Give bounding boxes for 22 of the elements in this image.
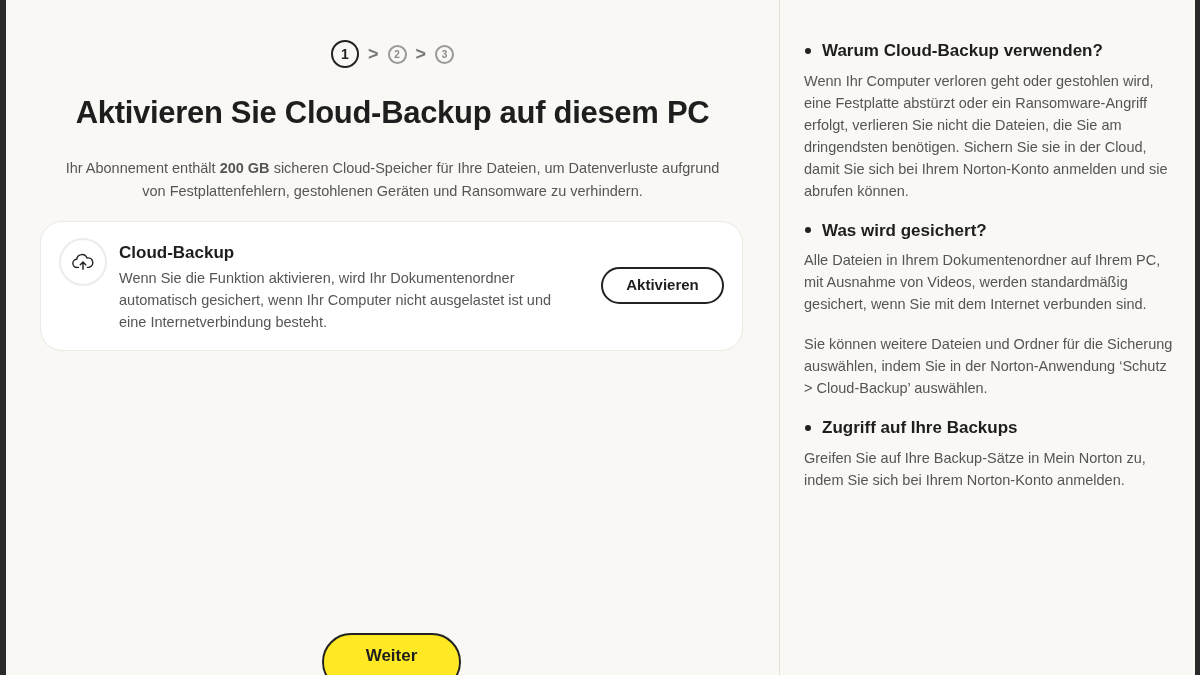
next-button[interactable]: Weiter [322, 633, 461, 675]
step-indicator: 1 [331, 40, 359, 68]
bullet-icon [805, 227, 811, 234]
intro-text: Ihr Abonnement enthält 200 GB sicheren Cloud-Speicher für Ihre Dateien, um Datenverluste aufgrund von Festplattenfehlern, gestohlenen Geräten und Ransomware zu verhindern. [64, 158, 721, 201]
cloud-upload-icon [59, 237, 107, 286]
section-text: Sie können weitere Dateien und Ordner für die Sicherung auswählen, indem Sie in der Norton-Anwendung ‘Schutz > Cloud-Backup’ auswählen. [804, 335, 1174, 398]
bullet-icon [805, 424, 811, 431]
section-heading: Zugriff auf Ihre Backups [822, 417, 1018, 439]
section-text: Wenn Ihr Computer verloren geht oder gestohlen wird, eine Festplatte abstürzt oder ein Ransomware-Angriff erfolgt, verlieren Sie nicht die Dateien, die Sie am dringendsten benötigen. Sichern Sie sie in der Cloud, damit Sie sich bei Ihrem Norton-Konto anmelden und sie abrufen können. [804, 71, 1169, 201]
step-indicator: 2 [387, 44, 407, 64]
section-text: Alle Dateien in Ihrem Dokumentenordner auf Ihrem PC, mit Ausnahme von Videos, werden standardmäßig gesichert, wenn Sie mit dem Internet verbunden sind. [804, 251, 1162, 314]
section-heading: Was wird gesichert? [822, 219, 987, 242]
activate-button[interactable]: Aktivieren [601, 267, 724, 304]
card-title: Cloud-Backup [119, 241, 236, 264]
section-text: Greifen Sie auf Ihre Backup-Sätze in Mein Norton zu, indem Sie sich bei Ihrem Norton-Konto anmelden. [804, 448, 1147, 490]
card-description: Wenn Sie die Funktion aktivieren, wird Ihr Dokumentenordner automatisch gesichert, wenn Ihr Computer nicht ausgelastet ist und eine Internetverbindung besteht. [119, 269, 552, 332]
bullet-icon [805, 47, 811, 54]
section-heading: Warum Cloud-Backup verwenden? [822, 40, 1103, 62]
page-heading: Aktivieren Sie Cloud-Backup auf diesem PC [75, 94, 710, 132]
step-indicator: 3 [435, 44, 454, 64]
step-chevron: > [368, 42, 379, 66]
step-chevron: > [415, 42, 426, 66]
